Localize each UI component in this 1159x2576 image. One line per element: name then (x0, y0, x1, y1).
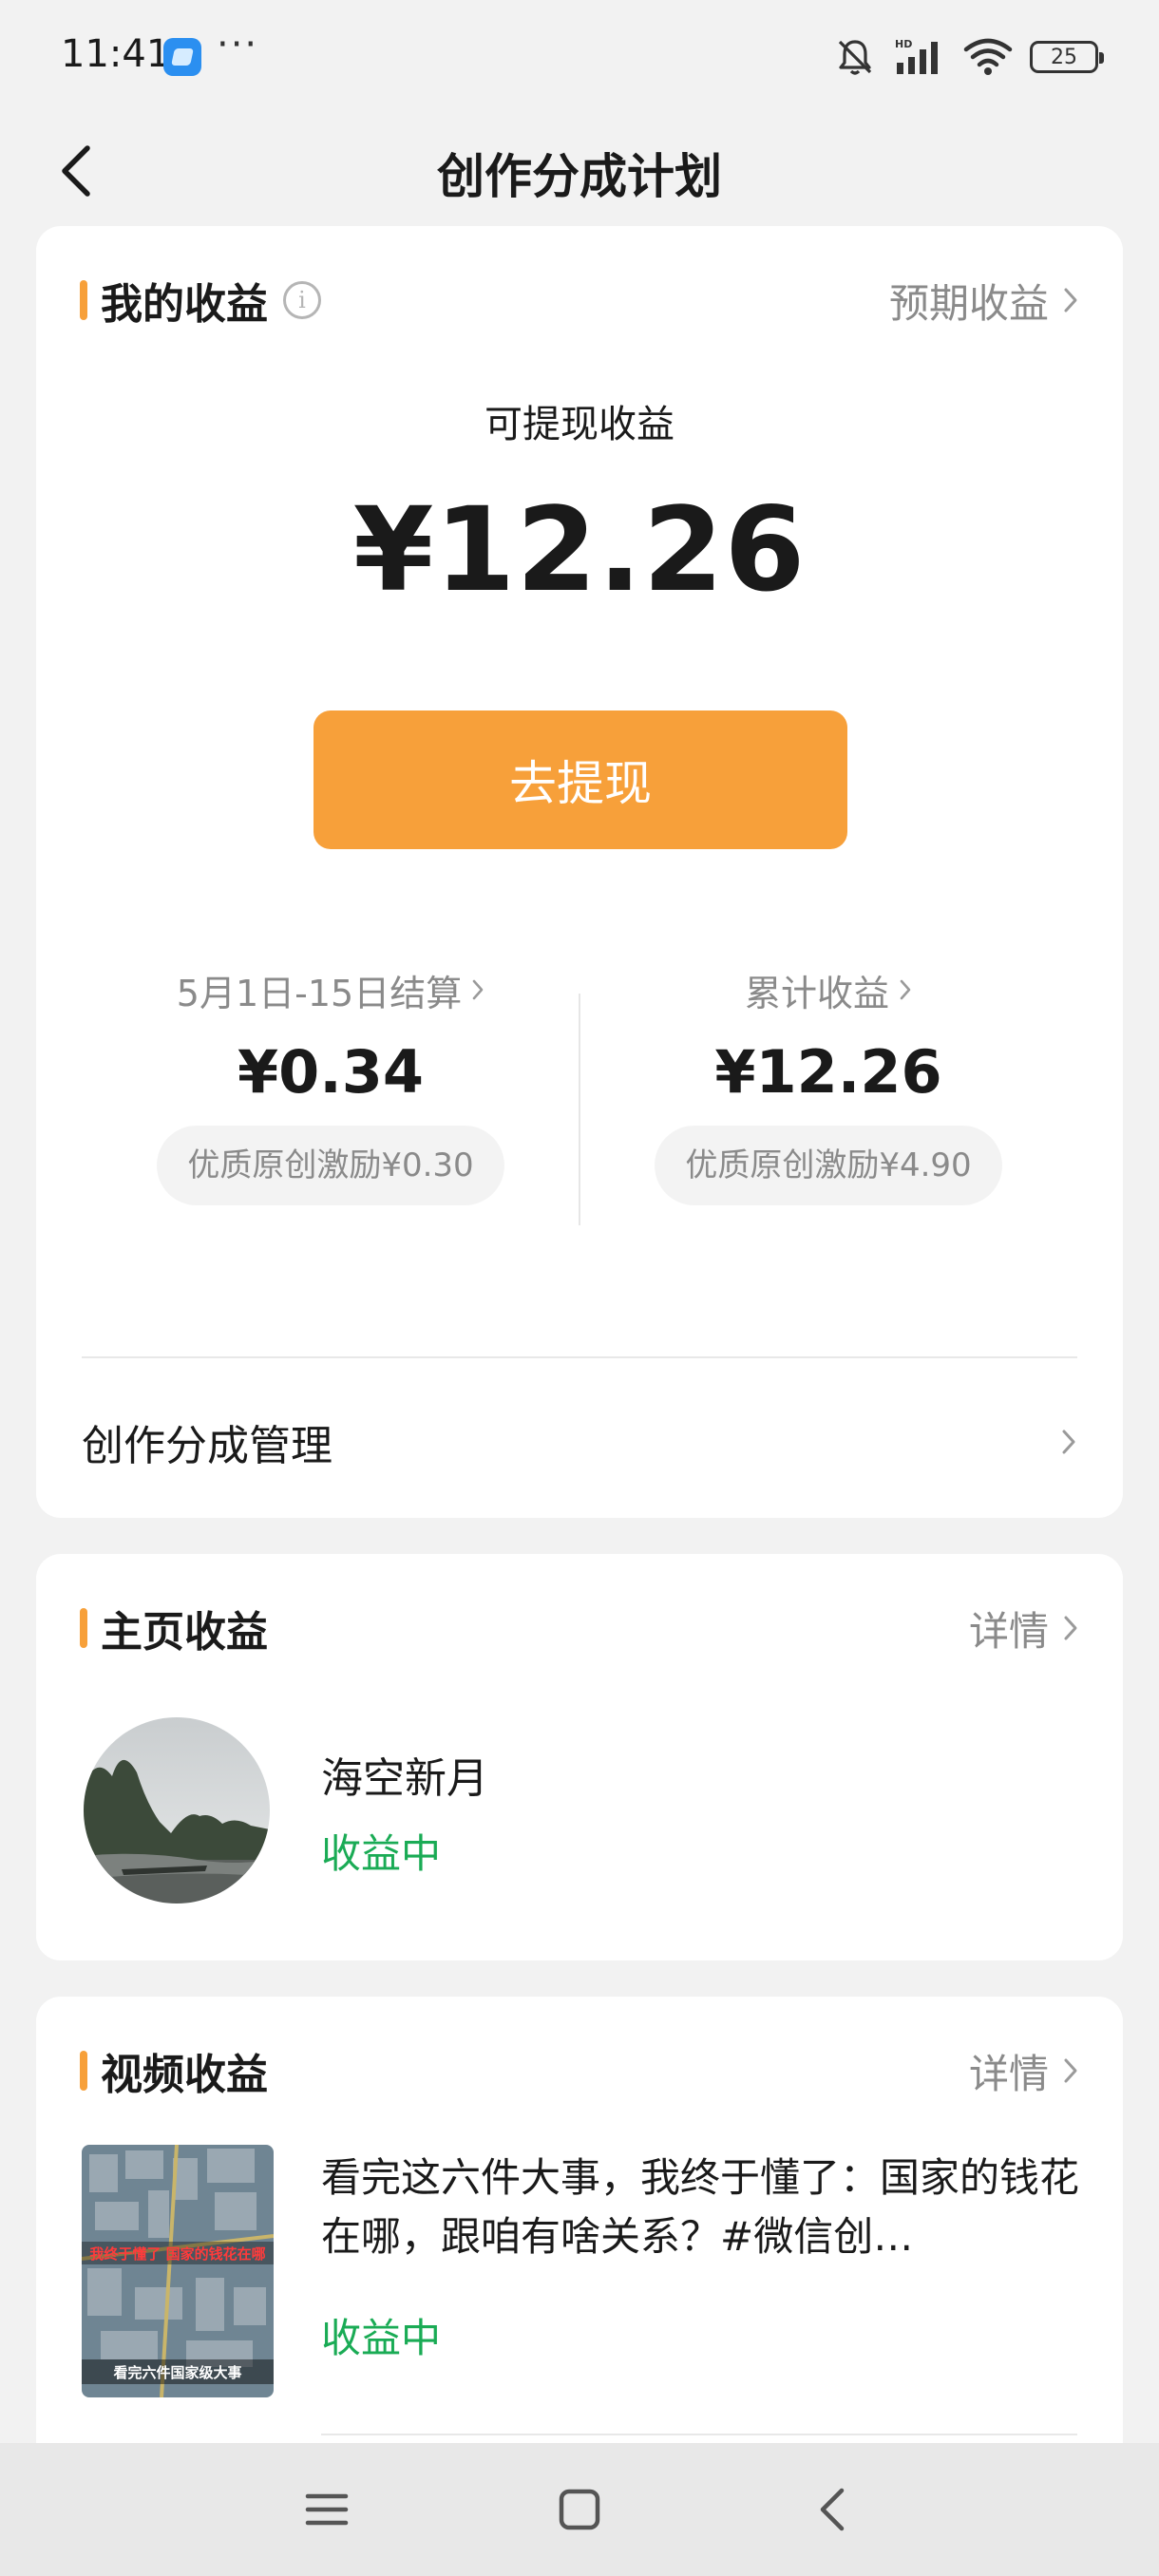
video-details-label: 详情 (968, 2050, 1049, 2097)
chevron-right-icon (1064, 288, 1077, 313)
withdraw-button[interactable]: 去提现 (314, 710, 847, 849)
period-amount: ¥0.34 (237, 1037, 425, 1107)
thumbnail-caption-top: 我终于懂了 国家的钱花在哪 (89, 2245, 265, 2263)
section-accent-bar (80, 1608, 87, 1648)
thumbnail-caption-bottom: 看完六件国家级大事 (113, 2364, 241, 2381)
battery-icon: 25 (1030, 41, 1104, 73)
withdrawable-amount: ¥12.26 (352, 483, 807, 617)
divider (321, 2434, 1077, 2435)
video-details-link[interactable]: 详情 (969, 2042, 1079, 2100)
info-icon[interactable]: i (283, 281, 321, 319)
my-earnings-card: 我的收益 i 预期收益 可提现收益 ¥12.26 去提现 5月1日-15日结算 … (36, 226, 1123, 1518)
home-details-label: 详情 (968, 1607, 1049, 1655)
home-earnings-card: 主页收益 详情 海空新月 收益中 (36, 1554, 1123, 1960)
total-earnings-label: 累计收益 (744, 972, 889, 1014)
city-aerial-thumbnail: 我终于懂了 国家的钱花在哪 看完六件国家级大事 (82, 2145, 274, 2397)
avatar[interactable] (84, 1717, 270, 1904)
period-settlement-label: 5月1日-15日结算 (176, 972, 463, 1014)
wifi-icon (963, 38, 1013, 75)
home-square-icon (559, 2489, 600, 2530)
chevron-right-icon (1062, 1430, 1075, 1454)
chevron-right-icon (472, 979, 484, 1000)
section-accent-bar (80, 280, 87, 320)
period-settlement-link[interactable]: 5月1日-15日结算 (177, 963, 484, 1016)
app-icon (163, 38, 201, 76)
divider (82, 1356, 1077, 1358)
revenue-share-management-row[interactable]: 创作分成管理 (82, 1404, 1077, 1480)
period-settlement: 5月1日-15日结算 ¥0.34 优质原创激励¥0.30 (112, 963, 549, 1205)
header: 创作分成计划 (0, 114, 1159, 228)
period-incentive-badge: 优质原创激励¥0.30 (157, 1126, 504, 1205)
more-dots: ··· (217, 23, 259, 66)
menu-icon (305, 2493, 349, 2526)
avatar-landscape-image (84, 1717, 270, 1904)
video-earnings-header: 视频收益 详情 (80, 2042, 1079, 2099)
my-earnings-title: 我的收益 (101, 280, 268, 329)
total-amount: ¥12.26 (714, 1037, 942, 1107)
video-title[interactable]: 看完这六件大事，我终于懂了：国家的钱花在哪，跟咱有啥关系？#微信创… (321, 2149, 1081, 2266)
expected-earnings-link[interactable]: 预期收益 (889, 272, 1079, 330)
chevron-left-icon (62, 145, 90, 197)
chevron-right-icon (900, 979, 911, 1000)
profile-name: 海空新月 (321, 1754, 488, 1803)
total-incentive-badge: 优质原创激励¥4.90 (655, 1126, 1002, 1205)
expected-earnings-label: 预期收益 (888, 279, 1049, 327)
battery-level: 25 (1051, 45, 1077, 69)
chevron-left-icon (820, 2488, 845, 2531)
nav-menu-button[interactable] (293, 2475, 361, 2544)
nav-home-button[interactable] (545, 2475, 614, 2544)
withdrawable-label: 可提现收益 (484, 403, 674, 446)
video-earning-status: 收益中 (321, 2315, 442, 2361)
status-icons: HD 25 (834, 32, 1104, 82)
section-accent-bar (80, 2051, 87, 2091)
hd-signal-icon: HD (895, 38, 938, 74)
back-button[interactable] (40, 135, 112, 207)
home-earnings-header: 主页收益 详情 (80, 1600, 1079, 1657)
stat-divider (579, 994, 580, 1225)
nav-back-button[interactable] (798, 2475, 866, 2544)
chevron-right-icon (1064, 2058, 1077, 2083)
svg-text:HD: HD (895, 38, 912, 50)
bell-muted-icon (838, 40, 872, 75)
page-title: 创作分成计划 (437, 149, 722, 204)
home-earning-status: 收益中 (321, 1830, 442, 1877)
revenue-share-management-label: 创作分成管理 (82, 1422, 332, 1470)
system-nav-bar (0, 2443, 1159, 2576)
home-details-link[interactable]: 详情 (969, 1600, 1079, 1657)
status-time: 11:41 (61, 32, 171, 76)
status-bar: 11:41 ··· HD 25 (0, 0, 1159, 114)
my-earnings-header: 我的收益 i 预期收益 (80, 272, 1079, 329)
total-earnings: 累计收益 ¥12.26 优质原创激励¥4.90 (610, 963, 1047, 1205)
video-earnings-title: 视频收益 (101, 2051, 268, 2099)
total-earnings-link[interactable]: 累计收益 (745, 963, 912, 1016)
home-earnings-title: 主页收益 (101, 1608, 268, 1657)
chevron-right-icon (1064, 1616, 1077, 1640)
video-thumbnail[interactable]: 我终于懂了 国家的钱花在哪 看完六件国家级大事 (82, 2145, 274, 2397)
